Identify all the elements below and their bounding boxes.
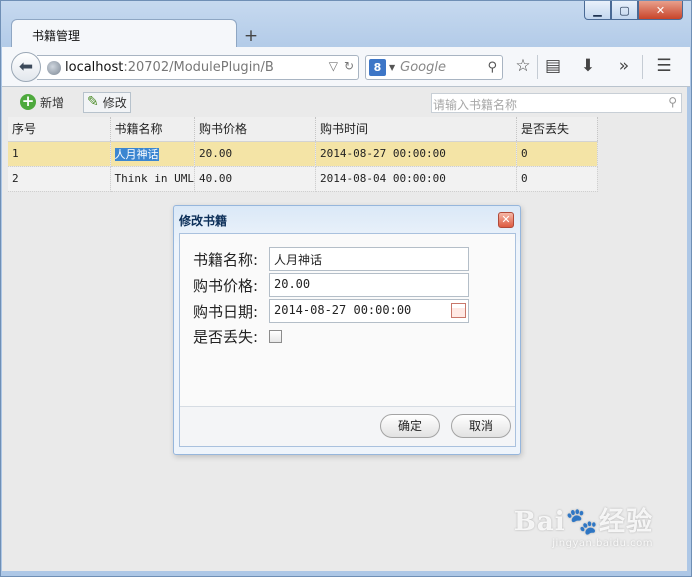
url-path: :20702/ModulePlugin/BookManage xyxy=(123,60,274,75)
column-header[interactable]: 购书价格 xyxy=(194,117,316,142)
search-bar[interactable]: 8 ▼ Google ⚲ xyxy=(365,55,503,80)
url-bar[interactable]: localhost :20702/ModulePlugin/BookManage… xyxy=(37,55,359,80)
tab-strip: 书籍管理 + xyxy=(11,18,265,48)
url-bar-icons: ▽ ↻ xyxy=(325,59,354,73)
dialog-title: 修改书籍 xyxy=(179,214,228,228)
price-field[interactable]: 20.00 xyxy=(269,273,469,297)
table-cell: 0 xyxy=(516,141,598,167)
dialog-body: 书籍名称: 人月神话 购书价格: 20.00 购书日期: 2014-08-27 … xyxy=(179,233,516,447)
download-icon[interactable]: ⬇ xyxy=(577,56,599,76)
book-grid: 序号 书籍名称 购书价格 购书时间 是否丢失 1 人月神话 20.00 2014… xyxy=(8,117,598,192)
table-cell: 2014-08-27 00:00:00 xyxy=(315,141,517,167)
cancel-button[interactable]: 取消 xyxy=(451,414,511,438)
table-cell: 2 xyxy=(8,166,111,192)
baidu-watermark: Bai🐾经验 jingyan.baidu.com xyxy=(514,501,653,549)
price-row: 购书价格: 20.00 xyxy=(193,273,469,297)
lost-checkbox[interactable] xyxy=(269,329,282,343)
date-row: 购书日期: 2014-08-27 00:00:00 xyxy=(193,299,469,323)
column-header[interactable]: 书籍名称 xyxy=(110,117,195,142)
column-header[interactable]: 购书时间 xyxy=(315,117,517,142)
table-cell: 20.00 xyxy=(194,141,316,167)
date-field[interactable]: 2014-08-27 00:00:00 xyxy=(269,299,469,323)
engine-dropdown-icon[interactable]: ▼ xyxy=(389,63,395,72)
table-cell: Think in UML xyxy=(110,166,195,192)
back-arrow-icon: ⬅ xyxy=(18,57,34,77)
table-cell: 40.00 xyxy=(194,166,316,192)
bookmark-star-icon[interactable]: ☆ xyxy=(512,56,534,76)
search-icon[interactable]: ⚲ xyxy=(668,95,677,109)
dialog-close-button[interactable]: ✕ xyxy=(498,212,514,228)
close-window-button[interactable]: ✕ xyxy=(638,1,683,20)
pencil-icon: ✎ xyxy=(87,94,99,110)
table-cell: 0 xyxy=(516,166,598,192)
column-header[interactable]: 是否丢失 xyxy=(516,117,598,142)
window-caption-buttons: ▁ ▢ ✕ xyxy=(584,1,683,20)
watermark-logo: Bai🐾经验 xyxy=(513,507,653,537)
date-label: 购书日期: xyxy=(193,302,259,321)
edit-button[interactable]: ✎ 修改 xyxy=(83,91,131,113)
browser-window: ▁ ▢ ✕ 书籍管理 + localhost :20702/ModulePlug… xyxy=(0,0,692,577)
minimize-button[interactable]: ▁ xyxy=(584,1,611,20)
watermark-url: jingyan.baidu.com xyxy=(552,538,653,549)
url-host: localhost xyxy=(65,60,124,75)
dialog-footer: 确定 取消 xyxy=(180,406,515,446)
add-button[interactable]: + 新增 xyxy=(17,92,67,113)
bookmarks-menu-icon[interactable]: ▤ xyxy=(542,56,564,76)
edit-label: 修改 xyxy=(102,95,127,110)
add-icon: + xyxy=(20,92,36,110)
table-row[interactable]: 2 Think in UML 40.00 2014-08-04 00:00:00… xyxy=(8,166,598,192)
add-label: 新增 xyxy=(40,95,65,110)
tab-book-management[interactable]: 书籍管理 xyxy=(11,19,237,48)
search-placeholder: Google xyxy=(400,60,446,75)
price-label: 购书价格: xyxy=(193,276,259,295)
url-dropdown-icon[interactable]: ▽ xyxy=(329,59,338,73)
back-button[interactable]: ⬅ xyxy=(11,52,41,82)
maximize-button[interactable]: ▢ xyxy=(611,1,638,20)
date-value: 2014-08-27 00:00:00 xyxy=(274,303,412,317)
new-tab-button[interactable]: + xyxy=(237,24,265,48)
navigation-bar: localhost :20702/ModulePlugin/BookManage… xyxy=(2,47,690,87)
table-cell: 1 xyxy=(8,141,111,167)
book-search-placeholder: 请输入书籍名称 xyxy=(433,98,518,112)
globe-icon xyxy=(47,60,61,75)
book-search-input[interactable]: 请输入书籍名称 ⚲ xyxy=(431,93,682,113)
overflow-chevron-icon[interactable]: » xyxy=(613,56,635,76)
column-header[interactable]: 序号 xyxy=(8,117,111,142)
tab-title: 书籍管理 xyxy=(32,29,81,43)
table-cell: 人月神话 xyxy=(110,141,195,167)
book-name-field[interactable]: 人月神话 xyxy=(269,247,469,271)
book-name-label: 书籍名称: xyxy=(193,250,259,269)
highlighted-text: 人月神话 xyxy=(114,147,159,161)
grid-toolbar: + 新增 ✎ 修改 请输入书籍名称 ⚲ xyxy=(2,87,687,117)
lost-label: 是否丢失: xyxy=(193,327,259,346)
lost-row: 是否丢失: xyxy=(193,324,282,348)
table-cell: 2014-08-04 00:00:00 xyxy=(315,166,517,192)
search-icon[interactable]: ⚲ xyxy=(487,60,497,75)
search-engine-icon[interactable]: 8 xyxy=(369,59,386,76)
confirm-button[interactable]: 确定 xyxy=(380,414,440,438)
table-row[interactable]: 1 人月神话 20.00 2014-08-27 00:00:00 0 xyxy=(8,141,598,167)
toolbar-divider xyxy=(642,55,643,79)
hamburger-menu-icon[interactable]: ☰ xyxy=(653,56,675,76)
book-name-row: 书籍名称: 人月神话 xyxy=(193,247,469,271)
grid-header-row: 序号 书籍名称 购书价格 购书时间 是否丢失 xyxy=(8,117,598,142)
edit-book-dialog: 修改书籍 ✕ 书籍名称: 人月神话 购书价格: 20.00 购书日期: 2014… xyxy=(173,205,521,455)
toolbar-divider xyxy=(537,55,538,79)
calendar-icon[interactable] xyxy=(451,303,466,318)
reload-icon[interactable]: ↻ xyxy=(344,59,354,73)
